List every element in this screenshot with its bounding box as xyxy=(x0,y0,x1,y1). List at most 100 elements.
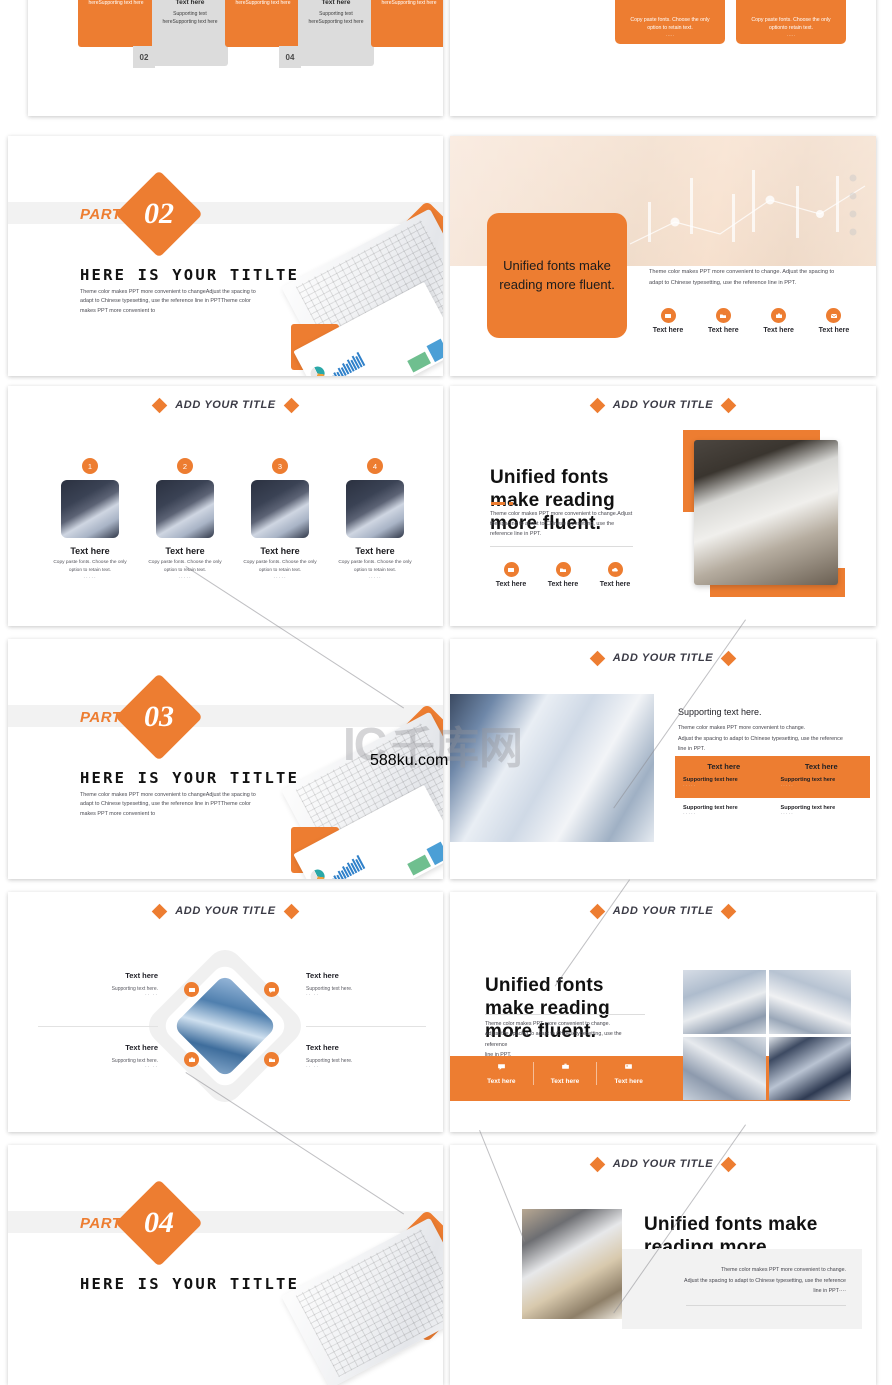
icon-item[interactable]: Text here xyxy=(542,562,584,588)
step-card[interactable]: Text here Supporting text hereSupporting… xyxy=(78,0,154,47)
part-number-diamond: 02 xyxy=(115,170,203,258)
chat-icon[interactable] xyxy=(264,982,279,997)
step-card[interactable]: Text here Supporting text hereSupporting… xyxy=(371,0,443,47)
step-card[interactable]: Text here Supporting text hereSupporting… xyxy=(225,0,301,47)
slide-header: ADD YOUR TITLE xyxy=(8,397,443,413)
diamond-icon-left xyxy=(151,903,168,919)
icon-item[interactable]: Text here xyxy=(812,308,856,334)
step-photo xyxy=(61,480,119,538)
data-table[interactable]: Text here Text here Supporting text here… xyxy=(675,756,870,817)
numbered-step[interactable]: 1 Text here Copy paste fonts. Choose the… xyxy=(48,458,132,581)
slide-five-step-cards[interactable]: 01 Text here Supporting text hereSupport… xyxy=(28,0,443,116)
step-dots: ····· xyxy=(178,574,192,581)
body-line1: Theme color makes PPT more convenient to… xyxy=(720,1267,846,1273)
quadrant-title: Text here xyxy=(306,971,339,980)
bar-item-label: Text here xyxy=(614,1078,643,1085)
slide-part-03[interactable]: PART 03 HERE IS YOUR TITLTE Theme color … xyxy=(8,639,443,879)
orange-panel[interactable]: Copy paste fonts. Choose the only option… xyxy=(615,0,725,44)
step-card[interactable]: Text here Supporting text hereSupporting… xyxy=(298,0,374,66)
part-title: HERE IS YOUR TITLTE xyxy=(80,1275,300,1293)
keyboard-photo xyxy=(281,1217,443,1385)
part-number: 03 xyxy=(144,700,174,733)
icon-item[interactable]: Text here xyxy=(701,308,745,334)
mail-icon xyxy=(826,308,842,323)
icon-item[interactable]: Text here xyxy=(646,308,690,334)
header-title: ADD YOUR TITLE xyxy=(175,399,276,411)
table-body-line2: Adjust the spacing to adapt to Chinese t… xyxy=(678,735,843,742)
grey-band xyxy=(8,705,443,727)
hero-icon-row: Text here Text here Text here Text here xyxy=(646,308,856,334)
divider xyxy=(485,1014,645,1015)
table-cell-dots: ····· xyxy=(780,811,794,817)
icon-label: Text here xyxy=(708,327,739,334)
briefcase-icon[interactable] xyxy=(184,1052,199,1067)
bar-item[interactable]: Text here xyxy=(597,1062,660,1085)
chart-bars xyxy=(327,351,366,376)
slide-hero-orange-card[interactable]: Unified fonts make reading more fluent. … xyxy=(450,136,876,376)
quadrant-item[interactable]: Text here Supporting text here. ·· ·· xyxy=(38,971,158,998)
icon-row: Text here Text here Text here xyxy=(490,562,636,588)
divider-right xyxy=(306,1026,426,1027)
table-cell-dots: ····· xyxy=(683,783,697,789)
header-title: ADD YOUR TITLE xyxy=(612,399,714,411)
numbered-step[interactable]: 2 Text here Copy paste fonts. Choose the… xyxy=(143,458,227,581)
step-card-title: Text here xyxy=(175,0,205,6)
table-row[interactable]: Supporting text here ····· Supporting te… xyxy=(675,777,870,798)
slide-preview-grid: 01 Text here Supporting text hereSupport… xyxy=(0,0,892,1385)
step-title: Text here xyxy=(260,546,300,556)
slide-two-orange-panels[interactable]: ient to change. Adjust the spacing to ad… xyxy=(450,0,876,116)
quadrant-item[interactable]: Text here Supporting text here. ·· ·· xyxy=(306,1043,426,1070)
header-title: ADD YOUR TITLE xyxy=(175,905,276,917)
panel-dots-a: ····· xyxy=(624,0,716,2)
step-card-title: Text here xyxy=(321,0,351,6)
panel-dots-b: ····· xyxy=(665,33,675,40)
quadrant-dots: ·· ·· xyxy=(306,992,320,998)
table-row[interactable]: Supporting text here ····· Supporting te… xyxy=(675,798,870,817)
body-line2: Adjust the spacing to adapt to Chinesety… xyxy=(485,1031,622,1048)
quadrant-title: Text here xyxy=(306,1043,339,1052)
slide-header: ADD YOUR TITLE xyxy=(8,903,443,919)
meeting-photo xyxy=(450,694,654,842)
slide-text-photo-grid[interactable]: ADD YOUR TITLE Unified fonts make readin… xyxy=(450,892,876,1132)
icon-label: Text here xyxy=(495,581,527,588)
slide-diamond-quadrant[interactable]: ADD YOUR TITLE Text here Supporting text… xyxy=(8,892,443,1132)
slide-four-numbered-steps[interactable]: ADD YOUR TITLE 1 Text here Copy paste fo… xyxy=(8,386,443,626)
presentation-icon[interactable] xyxy=(184,982,199,997)
icon-item[interactable]: Text here xyxy=(757,308,801,334)
quadrant-item[interactable]: Text here Supporting text here. ·· ·· xyxy=(38,1043,158,1070)
hero-orange-card[interactable]: Unified fonts make reading more fluent. xyxy=(487,213,627,338)
part-number: 02 xyxy=(144,197,174,230)
laptop-photo xyxy=(522,1209,622,1319)
slide-text-tablet[interactable]: ADD YOUR TITLE Unified fonts make readin… xyxy=(450,386,876,626)
slide-part-04[interactable]: PART 04 HERE IS YOUR TITLTE xyxy=(8,1145,443,1385)
icon-label: Text here xyxy=(652,327,684,334)
quadrant-item[interactable]: Text here Supporting text here. ·· ·· xyxy=(306,971,426,998)
part-body: Theme color makes PPT more convenient to… xyxy=(80,792,256,817)
table-header-row: Text here Text here xyxy=(675,756,870,777)
step-number-badge: 1 xyxy=(82,458,98,474)
slide-photo-right-text[interactable]: ADD YOUR TITLE Unified fonts make readin… xyxy=(450,1145,876,1385)
step-card-body: Supporting text hereSupporting text here xyxy=(162,11,218,25)
numbered-step[interactable]: 3 Text here Copy paste fonts. Choose the… xyxy=(238,458,322,581)
icon-item[interactable]: Text here xyxy=(594,562,636,588)
folder-icon xyxy=(715,308,731,323)
table-header-cell: Text here xyxy=(804,762,838,771)
grey-band xyxy=(8,202,443,224)
folder-icon[interactable] xyxy=(264,1052,279,1067)
panel-line-b: Copy paste fonts. Choose the only option… xyxy=(630,16,710,31)
orange-panel[interactable]: Copy paste fonts. Choose the only option… xyxy=(736,0,846,44)
icon-item[interactable]: Text here xyxy=(490,562,532,588)
slide-photo-table[interactable]: ADD YOUR TITLE Supporting text here. The… xyxy=(450,639,876,879)
slide-header: ADD YOUR TITLE xyxy=(450,650,876,666)
step-card-body: Supporting text hereSupporting text here xyxy=(308,11,364,25)
numbered-step[interactable]: 4 Text here Copy paste fonts. Choose the… xyxy=(333,458,417,581)
slide-part-02[interactable]: PART 02 HERE IS YOUR TITLTE Theme color … xyxy=(8,136,443,376)
step-number: 1 xyxy=(87,461,93,471)
step-card[interactable]: Text here Supporting text hereSupporting… xyxy=(152,0,228,66)
bar-items: Text here Text here Text here xyxy=(470,1062,660,1085)
bar-item[interactable]: Text here xyxy=(470,1062,534,1085)
diamond-icon-right xyxy=(720,903,737,919)
bar-item[interactable]: Text here xyxy=(534,1062,598,1085)
step-number-badge: 3 xyxy=(272,458,288,474)
grey-band xyxy=(8,1211,443,1233)
